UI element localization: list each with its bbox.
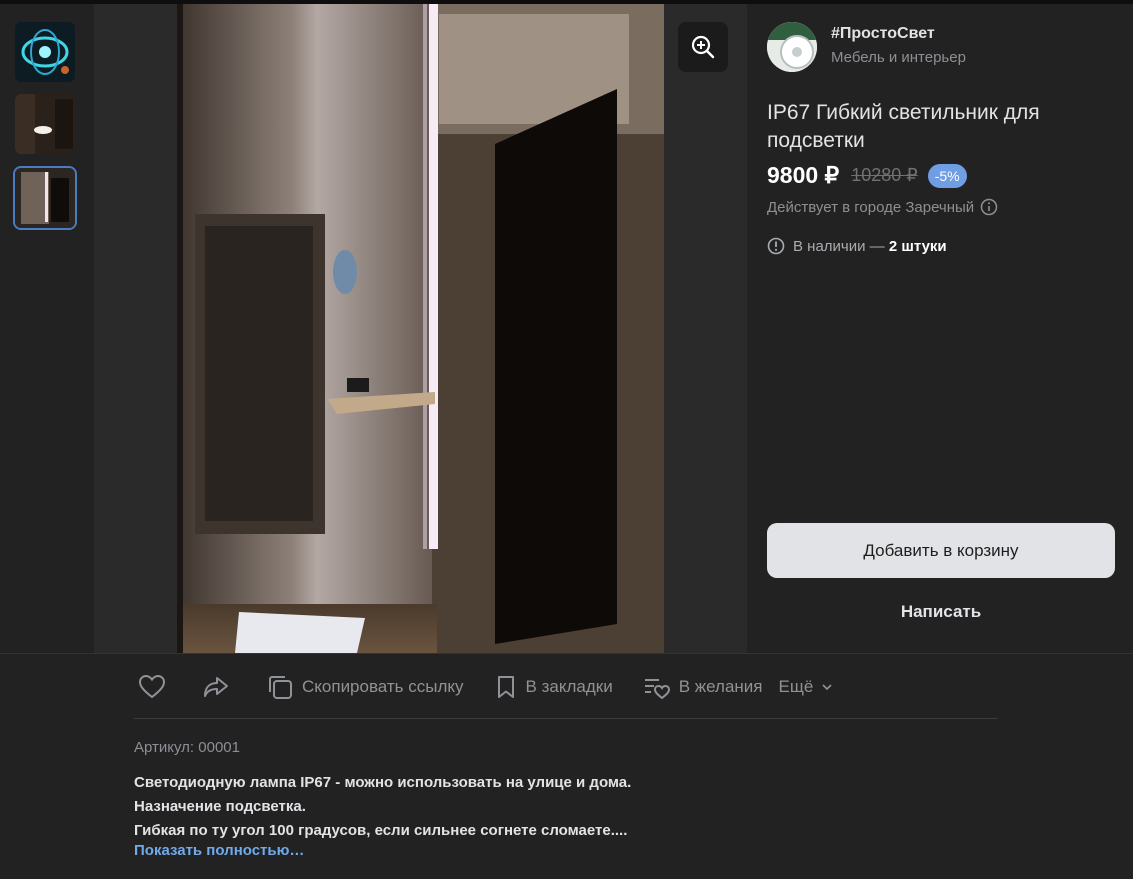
city-note: Действует в городе Заречный (767, 198, 998, 216)
write-message-button[interactable]: Написать (767, 594, 1115, 630)
product-title: IP67 Гибкий светильник для подсветки (767, 101, 1040, 152)
photo-viewer (94, 4, 747, 653)
more-label: Ещё (778, 677, 814, 696)
bookmarks-button[interactable]: В закладки (494, 674, 613, 700)
actions-bar: Скопировать ссылку В закладки В желания … (134, 667, 833, 707)
actions-divider (134, 718, 998, 719)
more-button[interactable]: Ещё (779, 677, 834, 697)
product-description: Светодиодную лампа IP67 - можно использо… (134, 771, 631, 843)
old-price: 10280 ₽ (851, 165, 918, 185)
bookmarks-label: В закладки (525, 677, 613, 696)
wishlist-button[interactable]: В желания (643, 674, 763, 700)
add-to-cart-button[interactable]: Добавить в корзину (767, 523, 1115, 578)
city-note-text: Действует в городе Заречный (767, 198, 975, 216)
price: 9800 ₽ (767, 162, 840, 188)
share-button[interactable] (202, 674, 230, 700)
bookmark-icon (497, 676, 514, 698)
thumbnail-1[interactable] (15, 22, 75, 82)
zoom-button[interactable] (678, 22, 728, 72)
zoom-in-icon (691, 35, 715, 59)
info-icon[interactable] (980, 198, 998, 216)
chevron-down-icon (822, 684, 832, 691)
share-icon (204, 677, 228, 697)
stock-count: 2 штуки (888, 237, 947, 255)
stock-prefix: В наличии — (793, 237, 889, 255)
shop-avatar[interactable] (767, 22, 817, 72)
alert-circle-icon (767, 237, 785, 255)
shop-name[interactable]: #ПростоСвет (831, 25, 935, 43)
description-line: Светодиодную лампа IP67 - можно использо… (134, 774, 632, 791)
product-modal: #ПростоСвет Мебель и интерьер IP67 Гибки… (0, 4, 1133, 879)
product-photo[interactable] (177, 4, 664, 653)
copy-link-button[interactable]: Скопировать ссылку (266, 673, 464, 701)
show-more-link[interactable]: Показать полностью… (134, 842, 304, 859)
thumbnail-3[interactable] (15, 168, 75, 228)
heart-icon (138, 674, 166, 699)
sku: Артикул: 00001 (134, 739, 240, 756)
copy-link-label: Скопировать ссылку (302, 677, 464, 696)
discount-badge: -5% (927, 163, 967, 188)
shop-category: Мебель и интерьер (831, 49, 966, 66)
thumbnail-strip (0, 4, 94, 653)
description-line: Назначение подсветка. (134, 798, 306, 815)
thumbnail-2[interactable] (15, 94, 75, 154)
price-row: 9800 ₽ 10280 ₽ -5% (767, 162, 967, 189)
product-info-panel: #ПростоСвет Мебель и интерьер IP67 Гибки… (747, 4, 1133, 653)
section-divider (0, 653, 1133, 654)
description-line: Гибкая по ту угол 100 градусов, если сил… (134, 822, 628, 839)
copy-icon (269, 676, 292, 699)
wishlist-label: В желания (678, 677, 763, 696)
stock-status: В наличии — 2 штуки (767, 237, 947, 255)
like-button[interactable] (138, 674, 166, 700)
wishlist-icon (644, 679, 670, 700)
